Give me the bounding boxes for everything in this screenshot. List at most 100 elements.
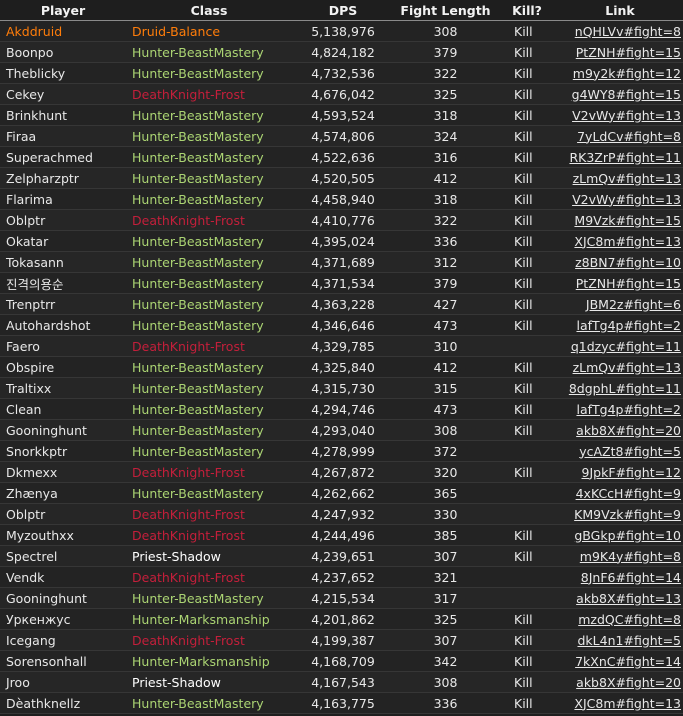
- report-link[interactable]: dkL4n1#fight=5: [578, 633, 682, 648]
- report-link[interactable]: z8BN7#fight=10: [575, 255, 681, 270]
- report-link[interactable]: PtZNH#fight=15: [576, 276, 681, 291]
- link-cell: 4xKCcH#fight=9: [557, 482, 683, 504]
- fight-length-cell: 307: [394, 545, 497, 567]
- report-link[interactable]: m9y2k#fight=12: [573, 66, 681, 81]
- report-link[interactable]: lafTg4p#fight=2: [576, 318, 681, 333]
- kill-cell: [497, 566, 557, 588]
- class-cell: Hunter-BeastMastery: [126, 146, 292, 168]
- link-cell: q1dzyc#fight=11: [557, 335, 683, 357]
- table-row: Zhænya Hunter-BeastMastery 4,262,662 365 4xK…: [0, 482, 683, 504]
- report-link[interactable]: 4xKCcH#fight=9: [576, 486, 681, 501]
- link-cell: ycAZt8#fight=5: [557, 440, 683, 462]
- report-link[interactable]: 7kXnC#fight=14: [575, 654, 681, 669]
- header-row: Player Class DPS Fight Length Kill? Link: [0, 0, 683, 21]
- report-link[interactable]: V2vWy#fight=13: [572, 108, 681, 123]
- link-cell: KM9Vzk#fight=9: [557, 503, 683, 525]
- link-cell: m9y2k#fight=12: [557, 62, 683, 84]
- player-cell: Zelpharzptr: [0, 167, 126, 189]
- fight-length-cell: 412: [394, 167, 497, 189]
- dps-cell: 4,676,042: [292, 83, 394, 105]
- report-link[interactable]: RK3ZrP#fight=11: [569, 150, 681, 165]
- fight-length-cell: 312: [394, 251, 497, 273]
- link-cell: mzdQC#fight=8: [557, 608, 683, 630]
- player-cell: Flarima: [0, 188, 126, 210]
- report-link[interactable]: M9Vzk#fight=15: [574, 213, 681, 228]
- dps-cell: 4,293,040: [292, 419, 394, 441]
- class-cell: Hunter-Marksmanship: [126, 608, 292, 630]
- fight-length-cell: 379: [394, 41, 497, 63]
- report-link[interactable]: q1dzyc#fight=11: [571, 339, 681, 354]
- kill-cell: Kill: [497, 230, 557, 252]
- class-cell: Hunter-BeastMastery: [126, 377, 292, 399]
- column-header-link[interactable]: Link: [557, 0, 683, 21]
- fight-length-cell: 322: [394, 209, 497, 231]
- table-row: Autohardshot Hunter-BeastMastery 4,346,646…: [0, 314, 683, 336]
- table-row: Traltixx Hunter-BeastMastery 4,315,730 315 K…: [0, 377, 683, 399]
- dps-cell: 4,410,776: [292, 209, 394, 231]
- report-link[interactable]: KM9Vzk#fight=9: [574, 507, 681, 522]
- fight-length-cell: 321: [394, 566, 497, 588]
- kill-cell: Kill: [497, 608, 557, 630]
- table-row: Tokasann Hunter-BeastMastery 4,371,689 312 K…: [0, 251, 683, 273]
- table-row: Dèathknellz Hunter-BeastMastery 4,163,775 3…: [0, 692, 683, 714]
- class-cell: DeathKnight-Frost: [126, 566, 292, 588]
- report-link[interactable]: 9JpkF#fight=12: [582, 465, 682, 480]
- link-cell: V2vWy#fight=13: [557, 188, 683, 210]
- class-cell: Hunter-BeastMastery: [126, 293, 292, 315]
- class-cell: Hunter-BeastMastery: [126, 41, 292, 63]
- dps-cell: 4,247,932: [292, 503, 394, 525]
- kill-cell: Kill: [497, 398, 557, 420]
- class-cell: Hunter-BeastMastery: [126, 356, 292, 378]
- report-link[interactable]: zLmQv#fight=13: [573, 171, 681, 186]
- report-link[interactable]: 7yLdCv#fight=8: [577, 129, 681, 144]
- column-header-player[interactable]: Player: [0, 0, 126, 21]
- kill-cell: Kill: [497, 104, 557, 126]
- table-row: Obspire Hunter-BeastMastery 4,325,840 412 Ki…: [0, 356, 683, 378]
- column-header-kill[interactable]: Kill?: [497, 0, 557, 21]
- report-link[interactable]: g4WY8#fight=15: [572, 87, 681, 102]
- column-header-class[interactable]: Class: [126, 0, 292, 21]
- report-link[interactable]: m9K4y#fight=8: [580, 549, 681, 564]
- kill-cell: Kill: [497, 629, 557, 651]
- report-link[interactable]: JBM2z#fight=6: [586, 297, 681, 312]
- report-link[interactable]: zLmQv#fight=13: [573, 360, 681, 375]
- table-row: Faero DeathKnight-Frost 4,329,785 310 q1dzyc…: [0, 335, 683, 357]
- report-link[interactable]: gBGkp#fight=10: [574, 528, 681, 543]
- kill-cell: [497, 440, 557, 462]
- table-row: Flarima Hunter-BeastMastery 4,458,940 318 Ki…: [0, 188, 683, 210]
- report-link[interactable]: nQHLVv#fight=8: [575, 24, 681, 39]
- kill-cell: [497, 503, 557, 525]
- report-link[interactable]: XJC8m#fight=13: [574, 696, 681, 711]
- report-link[interactable]: lafTg4p#fight=2: [576, 402, 681, 417]
- report-link[interactable]: 8JnF6#fight=14: [581, 570, 681, 585]
- player-cell: 진격의용순: [0, 272, 126, 294]
- dps-cell: 5,138,976: [292, 20, 394, 42]
- dps-ranking-table: Player Class DPS Fight Length Kill? Link…: [0, 0, 683, 714]
- table-row: Trenptrr Hunter-BeastMastery 4,363,228 427 K…: [0, 293, 683, 315]
- dps-cell: 4,395,024: [292, 230, 394, 252]
- column-header-fight-length[interactable]: Fight Length: [394, 0, 497, 21]
- report-link[interactable]: PtZNH#fight=15: [576, 45, 681, 60]
- link-cell: 8dgphL#fight=11: [557, 377, 683, 399]
- kill-cell: [497, 482, 557, 504]
- report-link[interactable]: ycAZt8#fight=5: [579, 444, 681, 459]
- report-link[interactable]: 8dgphL#fight=11: [569, 381, 681, 396]
- report-link[interactable]: akb8X#fight=20: [576, 423, 681, 438]
- report-link[interactable]: V2vWy#fight=13: [572, 192, 681, 207]
- report-link[interactable]: akb8X#fight=20: [576, 675, 681, 690]
- class-cell: Priest-Shadow: [126, 545, 292, 567]
- kill-cell: Kill: [497, 377, 557, 399]
- table-row: Icegang DeathKnight-Frost 4,199,387 307 Kill…: [0, 629, 683, 651]
- fight-length-cell: 317: [394, 587, 497, 609]
- fight-length-cell: 385: [394, 524, 497, 546]
- column-header-dps[interactable]: DPS: [292, 0, 394, 21]
- kill-cell: Kill: [497, 272, 557, 294]
- report-link[interactable]: akb8X#fight=13: [576, 591, 681, 606]
- class-cell: DeathKnight-Frost: [126, 209, 292, 231]
- report-link[interactable]: mzdQC#fight=8: [578, 612, 681, 627]
- kill-cell: Kill: [497, 293, 557, 315]
- table-row: Dkmexx DeathKnight-Frost 4,267,872 320 Kill 9…: [0, 461, 683, 483]
- fight-length-cell: 307: [394, 629, 497, 651]
- dps-cell: 4,239,651: [292, 545, 394, 567]
- report-link[interactable]: XJC8m#fight=13: [574, 234, 681, 249]
